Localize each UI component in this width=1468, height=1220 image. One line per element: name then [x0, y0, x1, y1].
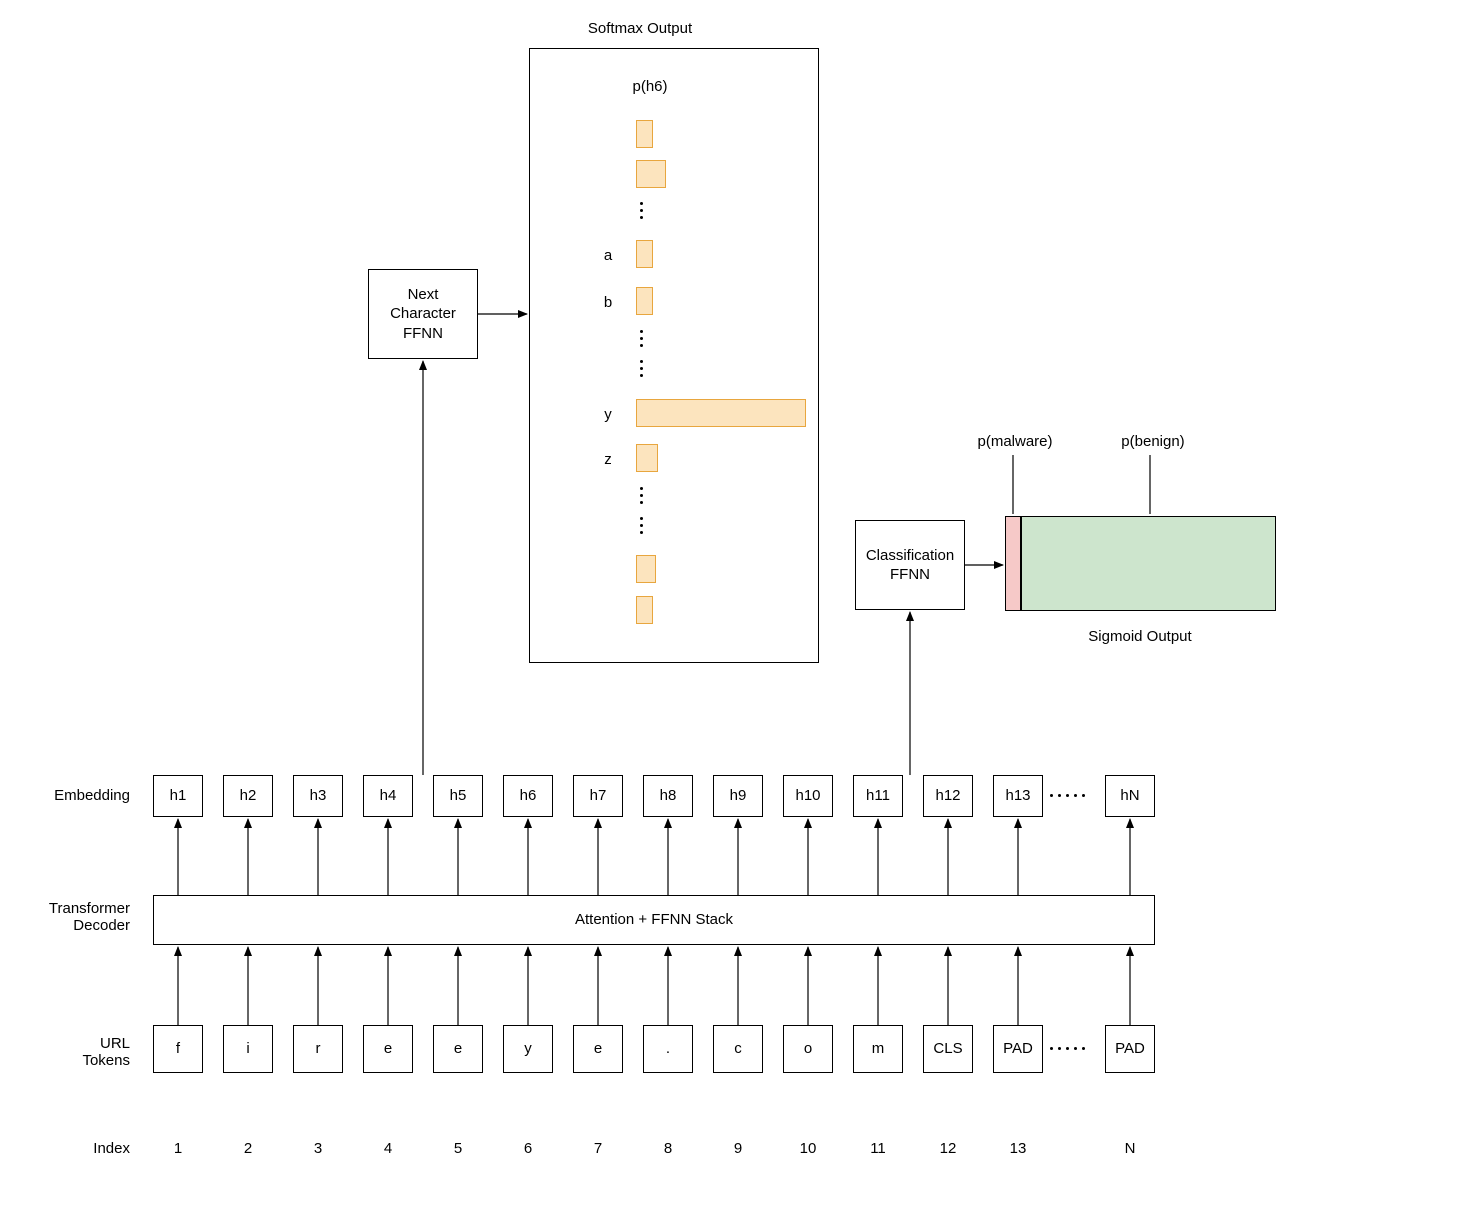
index-8: 8 [643, 1140, 693, 1157]
softmax-bar-z [636, 444, 658, 472]
url-token-2: i [223, 1025, 273, 1073]
ellipsis-icon [640, 517, 643, 534]
index-N: N [1105, 1140, 1155, 1157]
softmax-prob-label: p(h6) [600, 78, 700, 95]
p-malware-label: p(malware) [965, 433, 1065, 450]
diagram-canvas: Softmax Output p(h6) a b y z Next Charac… [0, 0, 1468, 1220]
index-4: 4 [363, 1140, 413, 1157]
url-tokens-label: URL Tokens [30, 1035, 130, 1069]
url-token-5: e [433, 1025, 483, 1073]
index-11: 11 [853, 1140, 903, 1157]
index-10: 10 [783, 1140, 833, 1157]
url-token-3: r [293, 1025, 343, 1073]
embedding-row-label: Embedding [30, 787, 130, 804]
sigmoid-benign-rect [1021, 516, 1276, 611]
sigmoid-output-label: Sigmoid Output [1060, 628, 1220, 645]
embedding-h10: h10 [783, 775, 833, 817]
embedding-h2: h2 [223, 775, 273, 817]
embedding-h7: h7 [573, 775, 623, 817]
url-token-10: o [783, 1025, 833, 1073]
index-7: 7 [573, 1140, 623, 1157]
index-row-label: Index [30, 1140, 130, 1157]
softmax-bar-1 [636, 120, 653, 148]
embedding-h11: h11 [853, 775, 903, 817]
next-char-ffnn-box: Next Character FFNN [368, 269, 478, 359]
softmax-output-box [529, 48, 819, 663]
ellipsis-icon [640, 330, 643, 347]
softmax-bar-a [636, 240, 653, 268]
softmax-row-b: b [598, 294, 618, 311]
attention-ffnn-stack-box: Attention + FFNN Stack [153, 895, 1155, 945]
url-token-6: y [503, 1025, 553, 1073]
ellipsis-icon [1050, 794, 1085, 797]
index-2: 2 [223, 1140, 273, 1157]
embedding-h5: h5 [433, 775, 483, 817]
url-token-1: f [153, 1025, 203, 1073]
embedding-h1: h1 [153, 775, 203, 817]
index-12: 12 [923, 1140, 973, 1157]
softmax-row-a: a [598, 247, 618, 264]
softmax-bar-b [636, 287, 653, 315]
embedding-h12: h12 [923, 775, 973, 817]
url-token-11: m [853, 1025, 903, 1073]
classification-ffnn-box: Classification FFNN [855, 520, 965, 610]
embedding-h13: h13 [993, 775, 1043, 817]
embedding-h6: h6 [503, 775, 553, 817]
p-benign-label: p(benign) [1103, 433, 1203, 450]
softmax-bar-2 [636, 160, 666, 188]
softmax-row-z: z [598, 451, 618, 468]
sigmoid-malware-rect [1005, 516, 1021, 611]
url-token-13: PAD [993, 1025, 1043, 1073]
url-token-4: e [363, 1025, 413, 1073]
index-1: 1 [153, 1140, 203, 1157]
embedding-h9: h9 [713, 775, 763, 817]
embedding-h8: h8 [643, 775, 693, 817]
ellipsis-icon [640, 360, 643, 377]
index-6: 6 [503, 1140, 553, 1157]
url-token-7: e [573, 1025, 623, 1073]
softmax-bar-y [636, 399, 806, 427]
softmax-output-title: Softmax Output [540, 20, 740, 37]
index-3: 3 [293, 1140, 343, 1157]
url-token-9: c [713, 1025, 763, 1073]
url-token-12: CLS [923, 1025, 973, 1073]
embedding-hN: hN [1105, 775, 1155, 817]
embedding-h3: h3 [293, 775, 343, 817]
ellipsis-icon [640, 202, 643, 219]
ellipsis-icon [640, 487, 643, 504]
softmax-bar-end1 [636, 555, 656, 583]
embedding-h4: h4 [363, 775, 413, 817]
ellipsis-icon [1050, 1047, 1085, 1050]
url-token-N: PAD [1105, 1025, 1155, 1073]
url-token-8: . [643, 1025, 693, 1073]
index-5: 5 [433, 1140, 483, 1157]
transformer-decoder-label: Transformer Decoder [30, 900, 130, 934]
softmax-bar-end2 [636, 596, 653, 624]
index-13: 13 [993, 1140, 1043, 1157]
softmax-row-y: y [598, 406, 618, 423]
index-9: 9 [713, 1140, 763, 1157]
